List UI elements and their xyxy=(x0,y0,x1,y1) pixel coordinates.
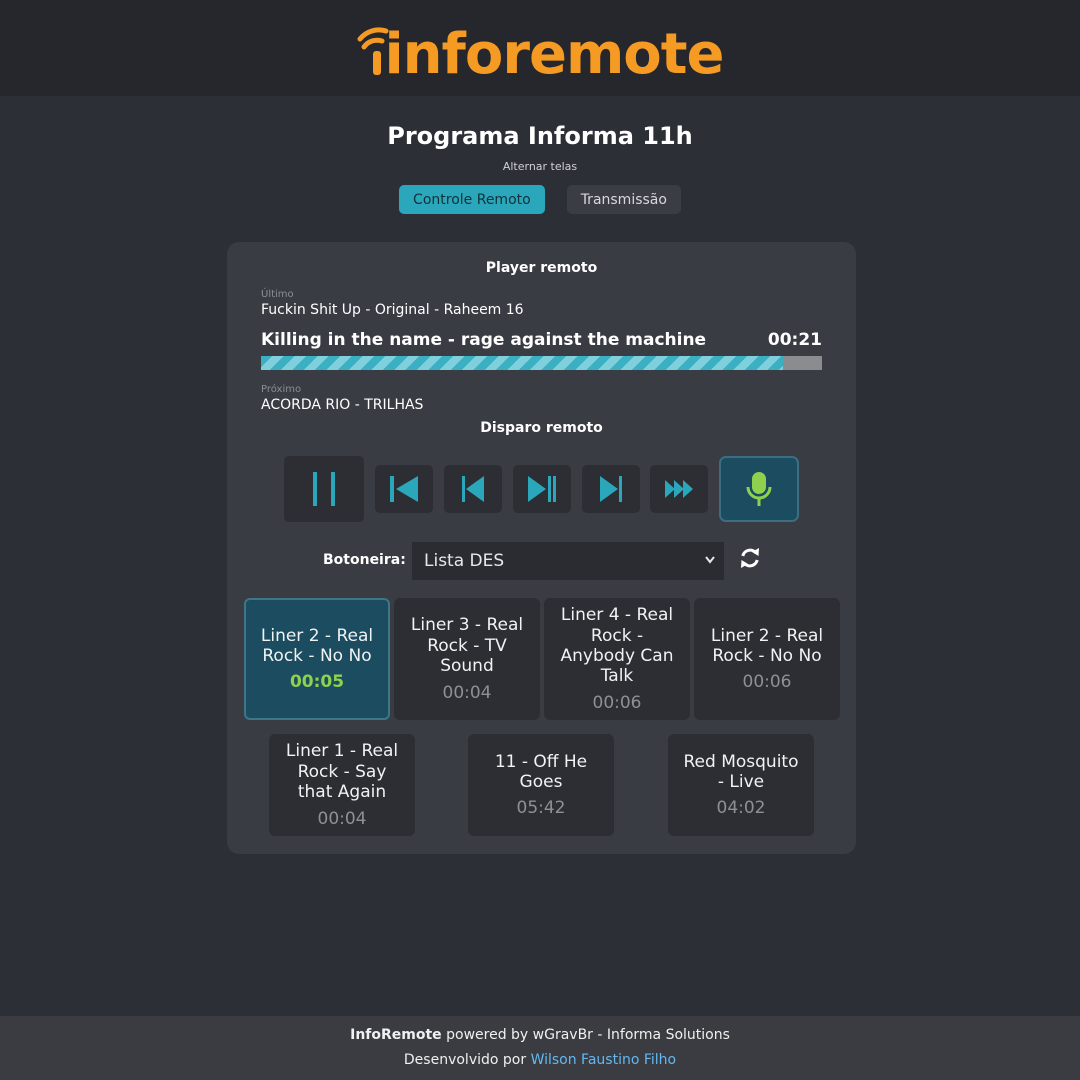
previous-icon xyxy=(462,476,484,502)
pad-time: 00:06 xyxy=(592,692,642,713)
tab-transmissao[interactable]: Transmissão xyxy=(566,185,681,214)
refresh-icon[interactable] xyxy=(739,547,761,569)
footer-app-name: InfoRemote xyxy=(350,1027,442,1043)
pause-button[interactable] xyxy=(284,456,364,522)
pad-button-5[interactable]: Liner 1 - Real Rock - Say that Again 00:… xyxy=(269,734,415,836)
remote-trigger-label: Disparo remoto xyxy=(480,420,603,436)
footer-credits: InfoRemote powered by wGravBr - Informa … xyxy=(0,1025,1080,1050)
pad-name: 11 - Off He Goes xyxy=(494,751,588,792)
pad-name: Liner 4 - Real Rock - Anybody Can Talk xyxy=(560,605,674,687)
player-title: Player remoto xyxy=(485,260,598,276)
fast-forward-button[interactable] xyxy=(650,465,708,513)
pad-name: Liner 2 - Real Rock - No No xyxy=(260,625,374,666)
last-track: Fuckin Shit Up - Original - Raheem 16 xyxy=(261,302,524,318)
tab-controle-remoto[interactable]: Controle Remoto xyxy=(399,185,545,214)
pad-time: 00:04 xyxy=(442,682,492,703)
botoneira-select[interactable]: Lista DES xyxy=(412,542,724,580)
pad-button-3[interactable]: Liner 4 - Real Rock - Anybody Can Talk 0… xyxy=(544,598,690,720)
skip-to-start-icon xyxy=(390,476,418,502)
pad-button-4[interactable]: Liner 2 - Real Rock - No No 00:06 xyxy=(694,598,840,720)
footer-developer: Desenvolvido por Wilson Faustino Filho xyxy=(0,1050,1080,1075)
footer-developed-by: Desenvolvido por xyxy=(403,1052,531,1068)
chevron-down-icon xyxy=(705,556,715,564)
pad-time: 05:42 xyxy=(516,798,566,819)
progress-bar[interactable] xyxy=(261,356,822,370)
page-title: Programa Informa 11h xyxy=(387,122,693,150)
play-pause-button[interactable] xyxy=(513,465,571,513)
next-track: ACORDA RIO - TRILHAS xyxy=(261,397,424,413)
microphone-icon xyxy=(746,472,772,506)
author-link[interactable]: Wilson Faustino Filho xyxy=(531,1052,677,1068)
logo-text: inforemote xyxy=(384,22,724,87)
footer: InfoRemote powered by wGravBr - Informa … xyxy=(0,1016,1080,1080)
pad-button-2[interactable]: Liner 3 - Real Rock - TV Sound 00:04 xyxy=(394,598,540,720)
microphone-button[interactable] xyxy=(719,456,799,522)
pad-time: 00:05 xyxy=(289,672,345,693)
play-pause-icon xyxy=(528,476,556,502)
fast-forward-icon xyxy=(665,480,693,498)
pad-name: Liner 3 - Real Rock - TV Sound xyxy=(410,615,524,677)
pad-name: Liner 2 - Real Rock - No No xyxy=(710,625,824,666)
screen-tabs: Controle Remoto Transmissão xyxy=(0,185,1080,214)
logo: inforemote xyxy=(356,13,725,87)
remote-player-card: Player remoto Último Fuckin Shit Up - Or… xyxy=(227,242,856,854)
switch-screens-label: Alternar telas xyxy=(502,160,578,173)
pad-time: 00:06 xyxy=(742,672,792,693)
current-time: 00:21 xyxy=(767,330,822,350)
skip-to-start-button[interactable] xyxy=(375,465,433,513)
pad-button-7[interactable]: Red Mosquito - Live 04:02 xyxy=(668,734,814,836)
pad-name: Red Mosquito - Live xyxy=(683,751,799,792)
progress-fill xyxy=(261,356,783,370)
last-track-label: Último xyxy=(261,289,294,300)
pad-name: Liner 1 - Real Rock - Say that Again xyxy=(285,741,399,803)
pad-time: 04:02 xyxy=(716,798,766,819)
next-icon xyxy=(600,476,622,502)
footer-powered-by: powered by wGravBr - Informa Solutions xyxy=(441,1027,730,1043)
pad-button-1[interactable]: Liner 2 - Real Rock - No No 00:05 xyxy=(244,598,390,720)
pause-icon xyxy=(313,472,335,506)
botoneira-selected-value: Lista DES xyxy=(424,551,505,571)
previous-button[interactable] xyxy=(444,465,502,513)
header-bar: inforemote xyxy=(0,0,1080,96)
next-track-label: Próximo xyxy=(261,384,302,395)
pad-button-6[interactable]: 11 - Off He Goes 05:42 xyxy=(468,734,614,836)
next-button[interactable] xyxy=(582,465,640,513)
current-track: Killing in the name - rage against the m… xyxy=(261,330,707,350)
pad-time: 00:04 xyxy=(317,808,367,829)
botoneira-label: Botoneira: xyxy=(323,552,406,568)
